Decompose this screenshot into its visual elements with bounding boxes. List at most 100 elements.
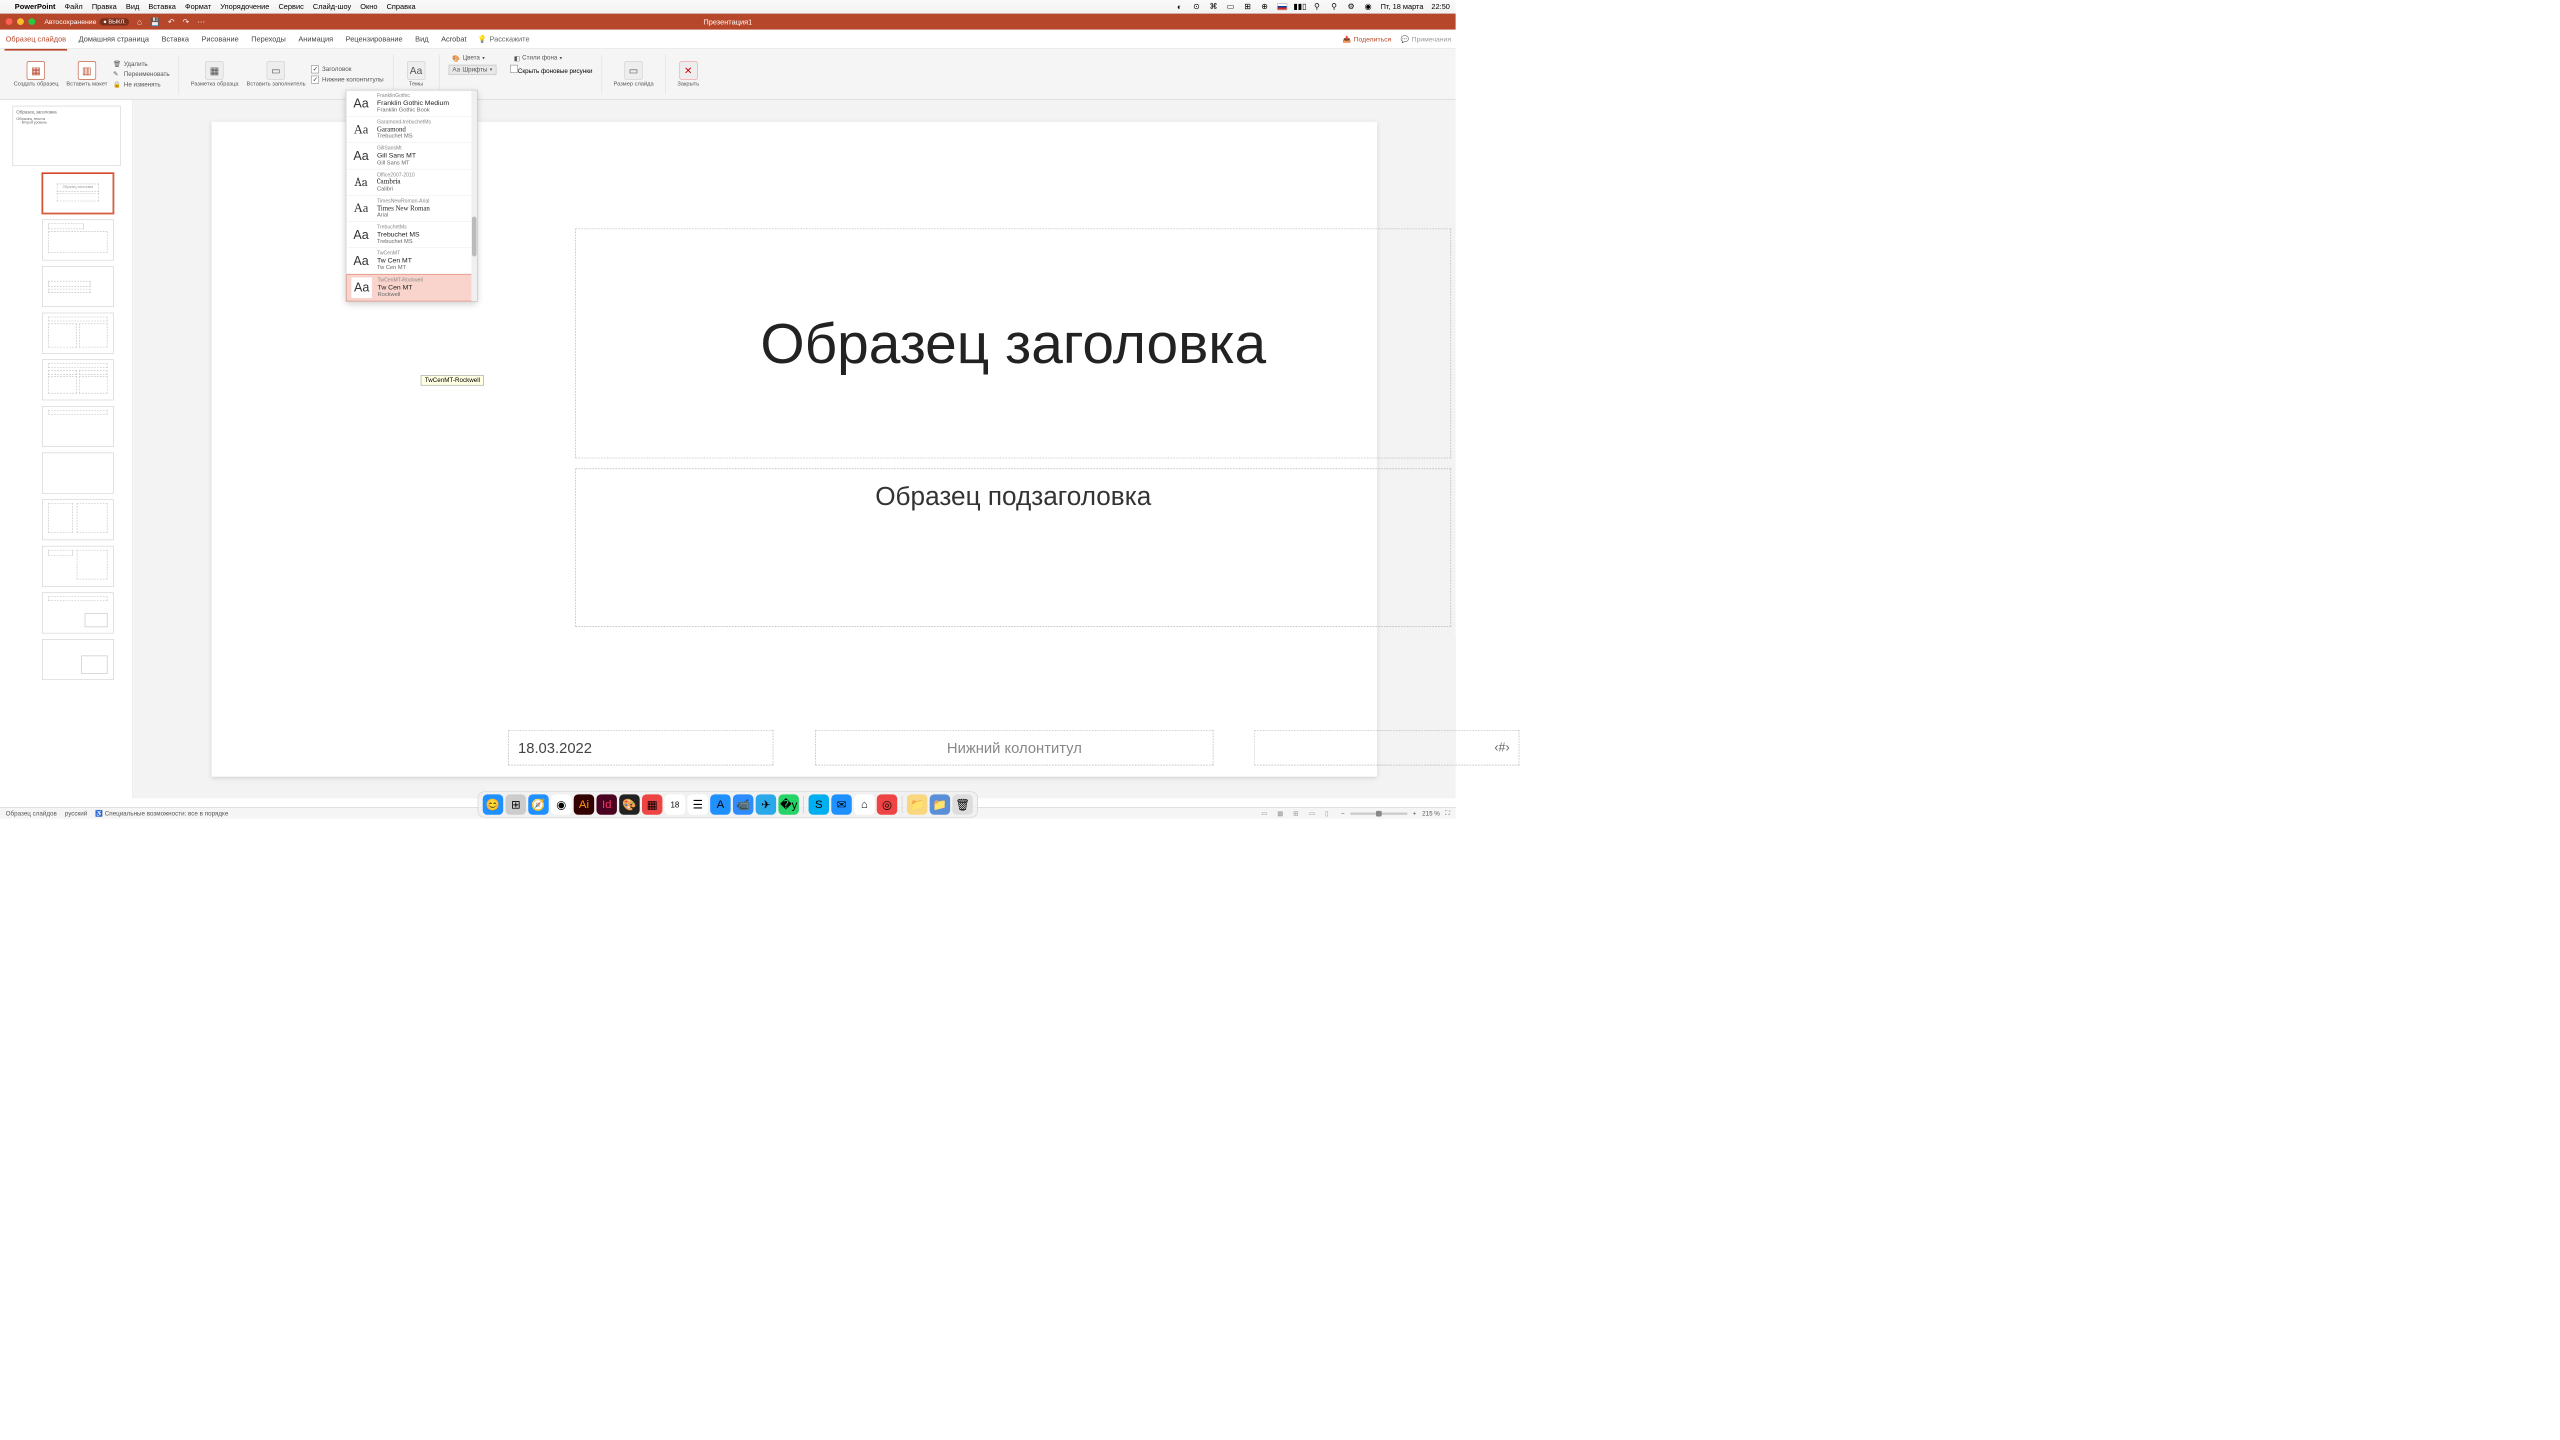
layout-thumbnail[interactable] [42,359,114,400]
dock-indesign-icon[interactable]: Id [596,794,616,814]
menu-window[interactable]: Окно [360,2,377,11]
fit-button[interactable]: ⛶ [1446,810,1450,817]
slideshow-view-icon[interactable]: ▯ [1325,809,1335,817]
tray-icon[interactable]: ⊕ [1260,2,1269,11]
status-mode[interactable]: Образец слайдов [6,810,57,817]
scrollbar-thumb[interactable] [472,217,477,257]
layout-thumbnail[interactable] [42,499,114,540]
insert-layout-button[interactable]: ▥ Вставить макет [64,60,109,88]
font-theme-item[interactable]: Aa Garamond-trebuchetMsGaramondTrebuchet… [346,117,477,143]
menu-arrange[interactable]: Упорядочение [220,2,269,11]
menu-slideshow[interactable]: Слайд-шоу [313,2,351,11]
tell-me[interactable]: 💡 Расскажите [478,34,530,43]
insert-placeholder-button[interactable]: ▭ Вставить заполнитель [244,60,308,88]
control-center-icon[interactable]: ⚙ [1347,2,1356,11]
font-theme-item[interactable]: Aa Office2007-2010CambriaCalibri [346,169,477,195]
date-placeholder[interactable]: 18.03.2022 [508,730,773,765]
dock-illustrator-icon[interactable]: Ai [574,794,594,814]
dock-figma-icon[interactable]: 🎨 [619,794,639,814]
dock-chrome-icon[interactable]: ◉ [551,794,571,814]
dock-finder-icon[interactable]: 😊 [483,794,503,814]
tab-review[interactable]: Рецензирование [344,32,403,45]
dock-appstore-icon[interactable]: A [710,794,730,814]
fonts-dropdown[interactable]: AaШрифты▾ [448,65,496,75]
dock-folder-icon[interactable]: 📁 [930,794,950,814]
dock-trash-icon[interactable]: 🗑 [952,794,972,814]
layout-thumbnail[interactable] [42,406,114,447]
app-name[interactable]: PowerPoint [15,2,56,11]
share-button[interactable]: 📤 Поделиться [1339,33,1395,44]
layout-thumbnail[interactable] [42,546,114,587]
normal-view-icon[interactable]: ▦ [1277,809,1287,817]
dock-safari-icon[interactable]: 🧭 [528,794,548,814]
battery-icon[interactable]: ▮▮▯ [1295,2,1304,11]
title-checkbox[interactable]: Заголовок [311,65,383,73]
master-layout-button[interactable]: ▦ Разметка образца [188,60,240,88]
input-flag-ru[interactable] [1277,3,1287,10]
font-theme-item[interactable]: Aa FranklinGothicFranklin Gothic MediumF… [346,90,477,116]
tab-draw[interactable]: Рисование [200,32,240,45]
tab-view[interactable]: Вид [414,32,430,45]
master-thumbnail[interactable]: Образец заголовка Образец текста · Второ… [12,106,120,166]
menu-view[interactable]: Вид [126,2,139,11]
dock-launchpad-icon[interactable]: ⊞ [505,794,525,814]
scrollbar[interactable] [471,90,477,301]
tray-icon[interactable]: ▭ [1226,2,1235,11]
zoom-out-button[interactable]: − [1341,810,1345,817]
footers-checkbox[interactable]: Нижние колонтитулы [311,75,383,83]
tab-insert[interactable]: Вставка [160,32,190,45]
tab-transitions[interactable]: Переходы [250,32,287,45]
delete-button[interactable]: 🗑Удалить [113,60,170,68]
sorter-view-icon[interactable]: ⊞ [1293,809,1303,817]
zoom-slider[interactable] [1350,812,1407,814]
menu-format[interactable]: Формат [185,2,211,11]
status-accessibility[interactable]: ♿ Специальные возможности: все в порядке [95,810,228,817]
dock-app-icon[interactable]: ▦ [642,794,662,814]
close-master-button[interactable]: ✕ Закрыть [675,60,702,88]
hide-bg-checkbox[interactable]: Скрыть фоновые рисунки [510,65,593,76]
zoom-level[interactable]: 215 % [1422,810,1440,817]
font-theme-item[interactable]: Aa TwCenMTTw Cen MTTw Cen MT [346,248,477,274]
layout-thumbnail[interactable] [42,639,114,680]
autosave-toggle[interactable]: ● ВЫКЛ. [100,18,129,25]
home-icon[interactable]: ⌂ [137,17,142,26]
tab-acrobat[interactable]: Acrobat [440,32,468,45]
undo-icon[interactable]: ↶ [168,17,175,27]
layout-thumbnail[interactable] [42,266,114,307]
tray-icon[interactable]: ⊞ [1243,2,1252,11]
slide-panel[interactable]: 1 Образец заголовка Образец текста · Вто… [0,100,133,798]
dock-mail-icon[interactable]: ✉ [831,794,851,814]
tab-home[interactable]: Домашняя страница [77,32,150,45]
reading-view-icon[interactable]: ▭ [1309,809,1319,817]
siri-icon[interactable]: ◉ [1364,2,1373,11]
dock-folder-icon[interactable]: 📁 [907,794,927,814]
create-master-button[interactable]: ▦ Создать образец [11,60,60,88]
title-placeholder[interactable]: Образец заголовка [575,229,1451,459]
themes-button[interactable]: Aa Темы [402,60,429,88]
redo-icon[interactable]: ↷ [182,17,189,27]
menu-help[interactable]: Справка [387,2,416,11]
menu-insert[interactable]: Вставка [148,2,175,11]
slidenumber-placeholder[interactable]: ‹#› [1254,730,1519,765]
zoom-window-button[interactable] [28,18,35,25]
dock-reminders-icon[interactable]: ☰ [687,794,707,814]
font-theme-item[interactable]: Aa TrebuchetMsTrebuchet MSTrebuchet MS [346,222,477,248]
font-theme-item[interactable]: Aa TwCenMT-RockwellTw Cen MTRockwell [346,274,477,301]
menu-edit[interactable]: Правка [92,2,117,11]
preserve-button[interactable]: 🔒Не изменять [113,80,170,88]
font-theme-item[interactable]: Aa GillSansMtGill Sans MTGill Sans MT [346,143,477,169]
rename-button[interactable]: ✎Переименовать [113,70,170,78]
tray-icon[interactable]: ⊙ [1192,2,1201,11]
spotlight-icon[interactable]: ⚲ [1329,2,1338,11]
dock-app-icon[interactable]: ◎ [877,794,897,814]
dock-whatsapp-icon[interactable]: �y [778,794,798,814]
dock-app-icon[interactable]: ⌂ [854,794,874,814]
zoom-in-button[interactable]: + [1413,810,1417,817]
more-icon[interactable]: ⋯ [197,17,205,27]
layout-thumbnail[interactable]: Образец заголовка [42,173,114,214]
colors-dropdown[interactable]: 🎨Цвета▾ [448,53,488,64]
bg-styles-dropdown[interactable]: ◧Стили фона▾ [510,53,566,64]
layout-thumbnail[interactable] [42,453,114,494]
dock-zoom-icon[interactable]: 📹 [733,794,753,814]
tab-animation[interactable]: Анимация [297,32,334,45]
